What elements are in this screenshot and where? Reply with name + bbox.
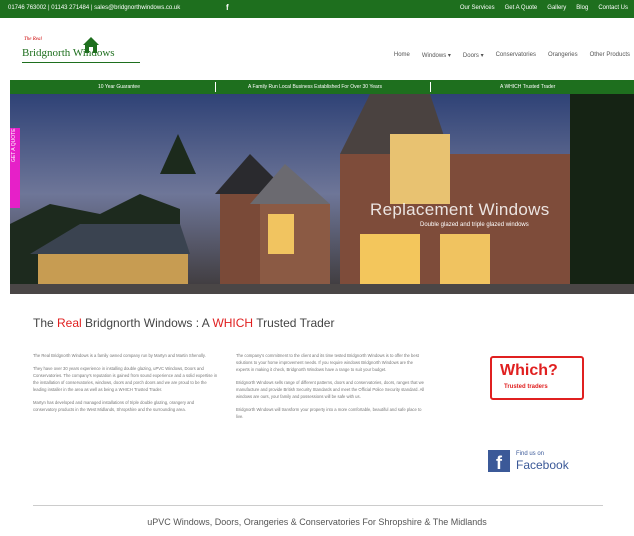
nav-other-products[interactable]: Other Products	[590, 52, 630, 59]
main-nav: Home Windows ▾ Doors ▾ Conservatories Or…	[394, 52, 630, 59]
nav-orangeries[interactable]: Orangeries	[548, 52, 578, 59]
usp-bar: 10 Year Guarantee A Family Run Local Bus…	[10, 80, 634, 94]
nav-conservatories[interactable]: Conservatories	[496, 52, 536, 59]
get-a-quote-tab[interactable]: GET A QUOTE	[10, 128, 20, 208]
usp-guarantee: 10 Year Guarantee	[98, 84, 140, 90]
usp-family-business: A Family Run Local Business Established …	[248, 84, 382, 90]
facebook-find-text: Find us on	[516, 451, 545, 457]
usp-separator	[215, 82, 216, 92]
top-links: Our Services Get A Quote Gallery Blog Co…	[460, 5, 628, 11]
intro-paragraph: Bridgnorth Windows will transform your p…	[236, 407, 422, 419]
title-prefix: The	[33, 316, 58, 330]
contact-details[interactable]: 01746 763002 | 01143 271484 | sales@brid…	[8, 5, 180, 11]
top-link-services[interactable]: Our Services	[460, 5, 495, 11]
title-suffix: Trusted Trader	[253, 316, 335, 330]
nav-home[interactable]: Home	[394, 52, 410, 59]
intro-paragraph: Bridgnorth Windows sells range of differ…	[236, 380, 425, 399]
title-real: Real	[57, 316, 82, 330]
nav-windows[interactable]: Windows ▾	[422, 52, 451, 59]
which-trusted-trader-badge[interactable]: Which? Trusted traders	[490, 356, 584, 400]
logo-underline	[22, 62, 140, 63]
intro-column-right: The company's commitment to the client a…	[236, 352, 426, 426]
hero-caption: Replacement Windows	[370, 200, 550, 219]
facebook-logo-icon: f	[488, 450, 510, 473]
intro-paragraph: The company's commitment to the client a…	[236, 353, 419, 372]
intro-paragraph: Martyn has developed and managed install…	[33, 400, 195, 412]
site-header: The Real Bridgnorth Windows Home Windows…	[0, 18, 634, 78]
intro-column-left: The Real Bridgnorth Windows is a family …	[33, 352, 218, 419]
top-link-blog[interactable]: Blog	[576, 5, 588, 11]
usp-separator	[430, 82, 431, 92]
logo-tagline: The Real	[24, 37, 42, 42]
nav-doors[interactable]: Doors ▾	[463, 52, 484, 59]
which-subtext: Trusted traders	[504, 384, 548, 390]
footer-tagline: uPVC Windows, Doors, Orangeries & Conser…	[147, 517, 487, 527]
hero-subcaption: Double glazed and triple glazed windows	[420, 222, 529, 228]
facebook-badge[interactable]: f Find us on Facebook	[488, 450, 588, 478]
site-logo[interactable]: The Real Bridgnorth Windows	[22, 36, 142, 68]
section-divider	[33, 505, 603, 506]
hero-banner: Replacement Windows Double glazed and tr…	[10, 94, 634, 294]
quote-tab-label: GET A QUOTE	[11, 128, 17, 162]
which-logo-text: Which?	[500, 362, 558, 379]
top-link-gallery[interactable]: Gallery	[547, 5, 566, 11]
page-title: The Real Bridgnorth Windows : A WHICH Tr…	[33, 316, 334, 330]
top-link-contact[interactable]: Contact Us	[598, 5, 628, 11]
hero-house-image	[10, 94, 634, 294]
top-bar: 01746 763002 | 01143 271484 | sales@brid…	[0, 0, 634, 18]
top-link-quote[interactable]: Get A Quote	[505, 5, 538, 11]
facebook-icon[interactable]: f	[226, 3, 229, 12]
intro-paragraph: They have over 30 years experience in in…	[33, 366, 218, 392]
logo-name: Bridgnorth Windows	[22, 47, 115, 59]
usp-which: A WHICH Trusted Trader	[500, 84, 556, 90]
intro-paragraph: The Real Bridgnorth Windows is a family …	[33, 353, 206, 358]
facebook-name-text: Facebook	[516, 458, 569, 472]
title-which: WHICH	[212, 316, 254, 330]
title-middle: Bridgnorth Windows : A	[81, 316, 213, 330]
